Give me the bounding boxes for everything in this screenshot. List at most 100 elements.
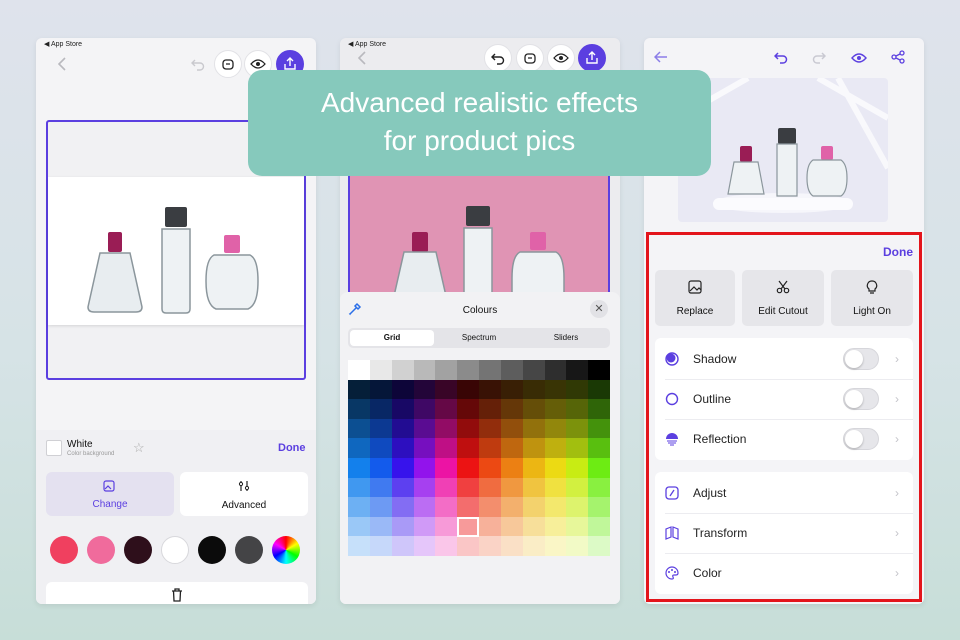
colour-swatch[interactable]	[235, 536, 263, 564]
colour-cell[interactable]	[457, 360, 480, 381]
replace-button[interactable]: Replace	[655, 270, 735, 326]
colour-cell[interactable]	[435, 516, 458, 537]
colour-cell[interactable]	[588, 399, 611, 420]
color-row[interactable]: Color ›	[655, 553, 913, 593]
colour-cell[interactable]	[544, 497, 567, 518]
colour-cell[interactable]	[391, 438, 414, 459]
colour-cell[interactable]	[369, 379, 393, 400]
colour-cell[interactable]	[544, 438, 567, 459]
colour-swatch[interactable]	[87, 536, 115, 564]
colour-cell[interactable]	[413, 516, 436, 537]
colour-cell[interactable]	[588, 379, 611, 400]
colour-cell[interactable]	[588, 536, 611, 557]
colour-cell[interactable]	[544, 477, 567, 498]
colour-cell[interactable]	[522, 399, 545, 420]
colour-cell[interactable]	[457, 438, 480, 459]
colour-cell[interactable]	[544, 458, 567, 479]
colour-cell[interactable]	[588, 516, 611, 537]
undo-icon[interactable]	[484, 44, 512, 72]
edit-cutout-button[interactable]: Edit Cutout	[742, 270, 824, 326]
colour-cell[interactable]	[544, 418, 567, 439]
colour-cell[interactable]	[500, 497, 524, 518]
layers-icon[interactable]	[516, 44, 544, 72]
colour-cell[interactable]	[522, 516, 545, 537]
colour-cell[interactable]	[435, 497, 458, 518]
colour-cell[interactable]	[369, 418, 393, 439]
preview-eye-icon[interactable]	[547, 44, 575, 72]
colour-cell[interactable]	[457, 477, 480, 498]
colour-cell[interactable]	[544, 536, 567, 557]
colour-cell[interactable]	[391, 458, 414, 479]
colour-cell[interactable]	[522, 438, 545, 459]
layers-icon[interactable]	[214, 50, 242, 78]
colour-cell[interactable]	[369, 516, 393, 537]
colour-cell[interactable]	[348, 379, 371, 400]
trash-icon[interactable]	[171, 588, 183, 604]
colour-cell[interactable]	[369, 399, 393, 420]
colour-cell[interactable]	[348, 399, 371, 420]
colour-cell[interactable]	[369, 438, 393, 459]
colour-cell[interactable]	[348, 360, 371, 381]
colour-cell[interactable]	[479, 497, 502, 518]
edit-canvas[interactable]	[348, 170, 610, 297]
colour-cell[interactable]	[413, 536, 436, 557]
colour-cell[interactable]	[522, 379, 545, 400]
colour-cell[interactable]	[566, 360, 589, 381]
colour-cell[interactable]	[500, 516, 524, 537]
colour-cell[interactable]	[391, 536, 414, 557]
colour-cell[interactable]	[566, 399, 589, 420]
colour-cell[interactable]	[435, 418, 458, 439]
back-icon[interactable]	[48, 50, 76, 78]
colour-cell[interactable]	[435, 536, 458, 557]
colour-cell[interactable]	[479, 438, 502, 459]
colour-cell[interactable]	[369, 497, 393, 518]
colour-cell[interactable]	[457, 458, 480, 479]
colour-cell[interactable]	[348, 516, 371, 537]
status-back-link[interactable]: ◀ App Store	[44, 40, 82, 48]
colour-cell[interactable]	[500, 418, 524, 439]
colour-cell[interactable]	[348, 477, 371, 498]
undo-icon[interactable]	[184, 50, 212, 78]
colour-cell[interactable]	[588, 360, 611, 381]
colour-cell[interactable]	[522, 497, 545, 518]
colour-cell[interactable]	[479, 536, 502, 557]
done-button[interactable]: Done	[883, 245, 913, 259]
colour-cell[interactable]	[435, 379, 458, 400]
colour-cell[interactable]	[457, 418, 480, 439]
colour-cell[interactable]	[500, 458, 524, 479]
colour-cell[interactable]	[391, 399, 414, 420]
colour-cell[interactable]	[500, 477, 524, 498]
delete-bar[interactable]	[46, 582, 308, 604]
effect-row-outline[interactable]: Outline ›	[655, 379, 913, 419]
share-icon[interactable]	[891, 50, 905, 69]
redo-icon[interactable]	[812, 50, 827, 69]
light-on-button[interactable]: Light On	[831, 270, 913, 326]
back-arrow-icon[interactable]	[653, 50, 668, 68]
colour-cell[interactable]	[500, 379, 524, 400]
colour-swatch[interactable]	[124, 536, 152, 564]
colour-swatch[interactable]	[198, 536, 226, 564]
colour-cell[interactable]	[522, 418, 545, 439]
colour-cell[interactable]	[500, 438, 524, 459]
colour-cell[interactable]	[588, 497, 611, 518]
colour-cell[interactable]	[391, 497, 414, 518]
change-button[interactable]: Change	[46, 472, 174, 516]
back-icon[interactable]	[348, 44, 376, 72]
colour-cell[interactable]	[369, 536, 393, 557]
colour-cell[interactable]	[566, 438, 589, 459]
colour-cell[interactable]	[369, 458, 393, 479]
colour-cell[interactable]	[522, 458, 545, 479]
colour-cell[interactable]	[479, 516, 502, 537]
custom-colour-wheel-icon[interactable]	[272, 536, 300, 564]
colour-cell[interactable]	[413, 458, 436, 479]
colour-cell[interactable]	[457, 497, 480, 518]
colour-swatch[interactable]	[161, 536, 189, 564]
reflection-toggle[interactable]	[843, 428, 879, 450]
colour-cell[interactable]	[435, 438, 458, 459]
colour-cell[interactable]	[457, 379, 480, 400]
colour-cell[interactable]	[348, 438, 371, 459]
colour-cell[interactable]	[588, 458, 611, 479]
colour-cell[interactable]	[391, 360, 414, 381]
colour-cell[interactable]	[566, 379, 589, 400]
colour-cell[interactable]	[522, 536, 545, 557]
